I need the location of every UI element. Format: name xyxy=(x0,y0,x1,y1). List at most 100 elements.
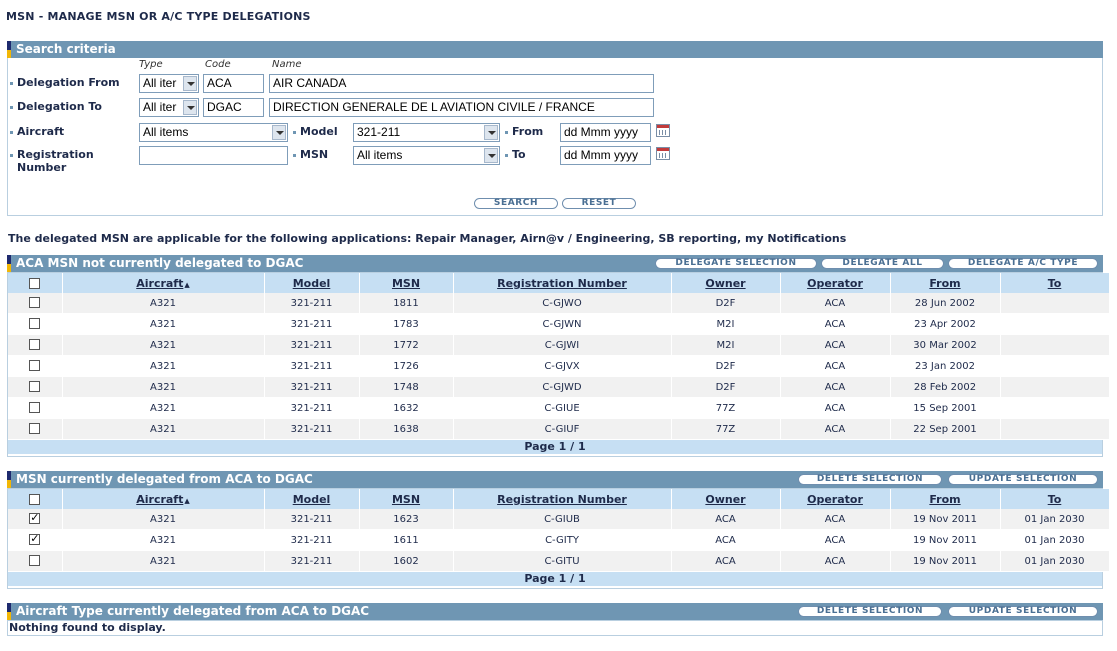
row-checkbox[interactable] xyxy=(29,532,41,546)
table-row: A321 321-211 1602 C-GITU ACA ACA 19 Nov 2011 01… xyxy=(8,550,1110,572)
cell-owner: D2F xyxy=(671,355,781,377)
not-delegated-column-to[interactable]: To xyxy=(1000,273,1110,293)
cell-model: 321-211 xyxy=(264,418,360,440)
delegated-select-all-checkbox[interactable] xyxy=(29,494,41,505)
row-checkbox[interactable] xyxy=(29,402,41,414)
cell-from: 22 Sep 2001 xyxy=(890,418,1001,440)
not-delegated-column-operator[interactable]: Operator xyxy=(780,273,891,293)
cell-msn: 1611 xyxy=(359,529,454,551)
delegate-all-button[interactable]: DELEGATE ALL xyxy=(821,258,944,269)
cell-aircraft: A321 xyxy=(62,313,265,335)
not-delegated-column-model[interactable]: Model xyxy=(264,273,360,293)
not-delegated-column-from[interactable]: From xyxy=(890,273,1001,293)
cell-registration: C-GJWI xyxy=(453,334,672,356)
delegation-from-code-input[interactable]: ACA xyxy=(203,74,264,93)
row-checkbox[interactable] xyxy=(29,360,41,372)
cell-msn: 1623 xyxy=(359,509,454,530)
row-select-cell xyxy=(8,550,63,572)
cell-from: 28 Jun 2002 xyxy=(890,293,1001,314)
delegate-ac-type-button[interactable]: DELEGATE A/C TYPE xyxy=(948,258,1098,269)
row-checkbox[interactable] xyxy=(29,339,41,351)
aircraft-select[interactable]: All items xyxy=(139,123,288,142)
row-checkbox[interactable] xyxy=(29,555,41,567)
msn-select[interactable]: All items xyxy=(353,146,500,165)
cell-aircraft: A321 xyxy=(62,550,265,572)
actype-update-selection-button[interactable]: UPDATE SELECTION xyxy=(948,606,1098,617)
cell-owner: 77Z xyxy=(671,418,781,440)
cell-model: 321-211 xyxy=(264,509,360,530)
delegated-column-from[interactable]: From xyxy=(890,489,1001,509)
row-select-cell xyxy=(8,355,63,377)
cell-model: 321-211 xyxy=(264,334,360,356)
delegation-from-name-input[interactable]: AIR CANADA xyxy=(269,74,654,93)
delete-selection-button[interactable]: DELETE SELECTION xyxy=(798,474,942,485)
cell-to xyxy=(1000,293,1110,314)
table-row: A321321-2111611C-GITYACAACA19 Nov 201101… xyxy=(8,529,1110,551)
from-date-input[interactable]: dd Mmm yyyy xyxy=(560,123,651,142)
registration-number-input[interactable] xyxy=(139,146,288,165)
calendar-icon[interactable] xyxy=(656,147,670,160)
column-header-label: Model xyxy=(292,276,331,290)
not-delegated-select-all-cell xyxy=(8,273,63,293)
cell-operator: ACA xyxy=(780,418,891,440)
row-checkbox[interactable] xyxy=(29,423,41,435)
cell-operator: ACA xyxy=(780,313,891,335)
not-delegated-column-aircraft[interactable]: Aircraft▲ xyxy=(62,273,265,293)
cell-aircraft: A321 xyxy=(62,334,265,356)
delegation-from-type-select[interactable]: All iter xyxy=(139,74,199,93)
cell-registration: C-GJWO xyxy=(453,293,672,314)
column-header-label: To xyxy=(1047,492,1062,506)
cell-from: 28 Feb 2002 xyxy=(890,376,1001,398)
sort-ascending-icon: ▲ xyxy=(184,496,190,505)
not-delegated-title: ACA MSN not currently delegated to DGAC xyxy=(16,256,304,270)
msn-label: MSN xyxy=(293,148,328,161)
delegation-to-code-input[interactable]: DGAC xyxy=(203,98,264,117)
cell-aircraft: A321 xyxy=(62,293,265,314)
search-button[interactable]: SEARCH xyxy=(474,198,558,209)
cell-from: 23 Jan 2002 xyxy=(890,355,1001,377)
row-checkbox[interactable] xyxy=(29,381,41,393)
row-select-cell xyxy=(8,293,63,314)
row-checkbox[interactable] xyxy=(29,318,41,330)
cell-to xyxy=(1000,355,1110,377)
not-delegated-column-registration[interactable]: Registration Number xyxy=(453,273,672,293)
delegation-to-type-select[interactable]: All iter xyxy=(139,98,199,117)
row-checkbox[interactable] xyxy=(29,511,41,525)
cell-from: 23 Apr 2002 xyxy=(890,313,1001,335)
delegated-table-frame: Aircraft▲ Model MSN Registration Number Owne… xyxy=(7,488,1110,589)
cell-to xyxy=(1000,334,1110,356)
not-delegated-column-owner[interactable]: Owner xyxy=(671,273,781,293)
delegated-column-owner[interactable]: Owner xyxy=(671,489,781,509)
cell-msn: 1638 xyxy=(359,418,454,440)
delegated-column-aircraft[interactable]: Aircraft▲ xyxy=(62,489,265,509)
actype-delete-selection-button[interactable]: DELETE SELECTION xyxy=(798,606,942,617)
update-selection-button[interactable]: UPDATE SELECTION xyxy=(948,474,1098,485)
cell-msn: 1811 xyxy=(359,293,454,314)
delegate-selection-button[interactable]: DELEGATE SELECTION xyxy=(655,258,817,269)
cell-aircraft: A321 xyxy=(62,509,265,530)
delegated-column-registration[interactable]: Registration Number xyxy=(453,489,672,509)
delegated-column-msn[interactable]: MSN xyxy=(359,489,454,509)
name-column-label: Name xyxy=(272,59,302,70)
cell-registration: C-GJWD xyxy=(453,376,672,398)
cell-model: 321-211 xyxy=(264,293,360,314)
delegation-to-name-input[interactable]: DIRECTION GENERALE DE L AVIATION CIVILE … xyxy=(269,98,654,117)
delegated-column-to[interactable]: To xyxy=(1000,489,1110,509)
reset-button[interactable]: RESET xyxy=(562,198,636,209)
delegated-column-operator[interactable]: Operator xyxy=(780,489,891,509)
cell-from: 19 Nov 2011 xyxy=(890,509,1001,530)
cell-model: 321-211 xyxy=(264,550,360,572)
not-delegated-select-all-checkbox[interactable] xyxy=(29,278,41,289)
calendar-icon[interactable] xyxy=(656,124,670,137)
model-select[interactable]: 321-211 xyxy=(353,123,500,142)
table-row: A321 321-211 1783 C-GJWN M2I ACA 23 Apr 2002 xyxy=(8,313,1110,335)
model-select-value: 321-211 xyxy=(357,125,401,139)
cell-from: 15 Sep 2001 xyxy=(890,397,1001,419)
actype-title: Aircraft Type currently delegated from A… xyxy=(16,604,370,618)
to-date-input[interactable]: dd Mmm yyyy xyxy=(560,146,651,165)
cell-registration: C-GIUB xyxy=(453,509,672,530)
cell-owner: D2F xyxy=(671,293,781,314)
not-delegated-column-msn[interactable]: MSN xyxy=(359,273,454,293)
delegated-column-model[interactable]: Model xyxy=(264,489,360,509)
row-checkbox[interactable] xyxy=(29,297,41,309)
